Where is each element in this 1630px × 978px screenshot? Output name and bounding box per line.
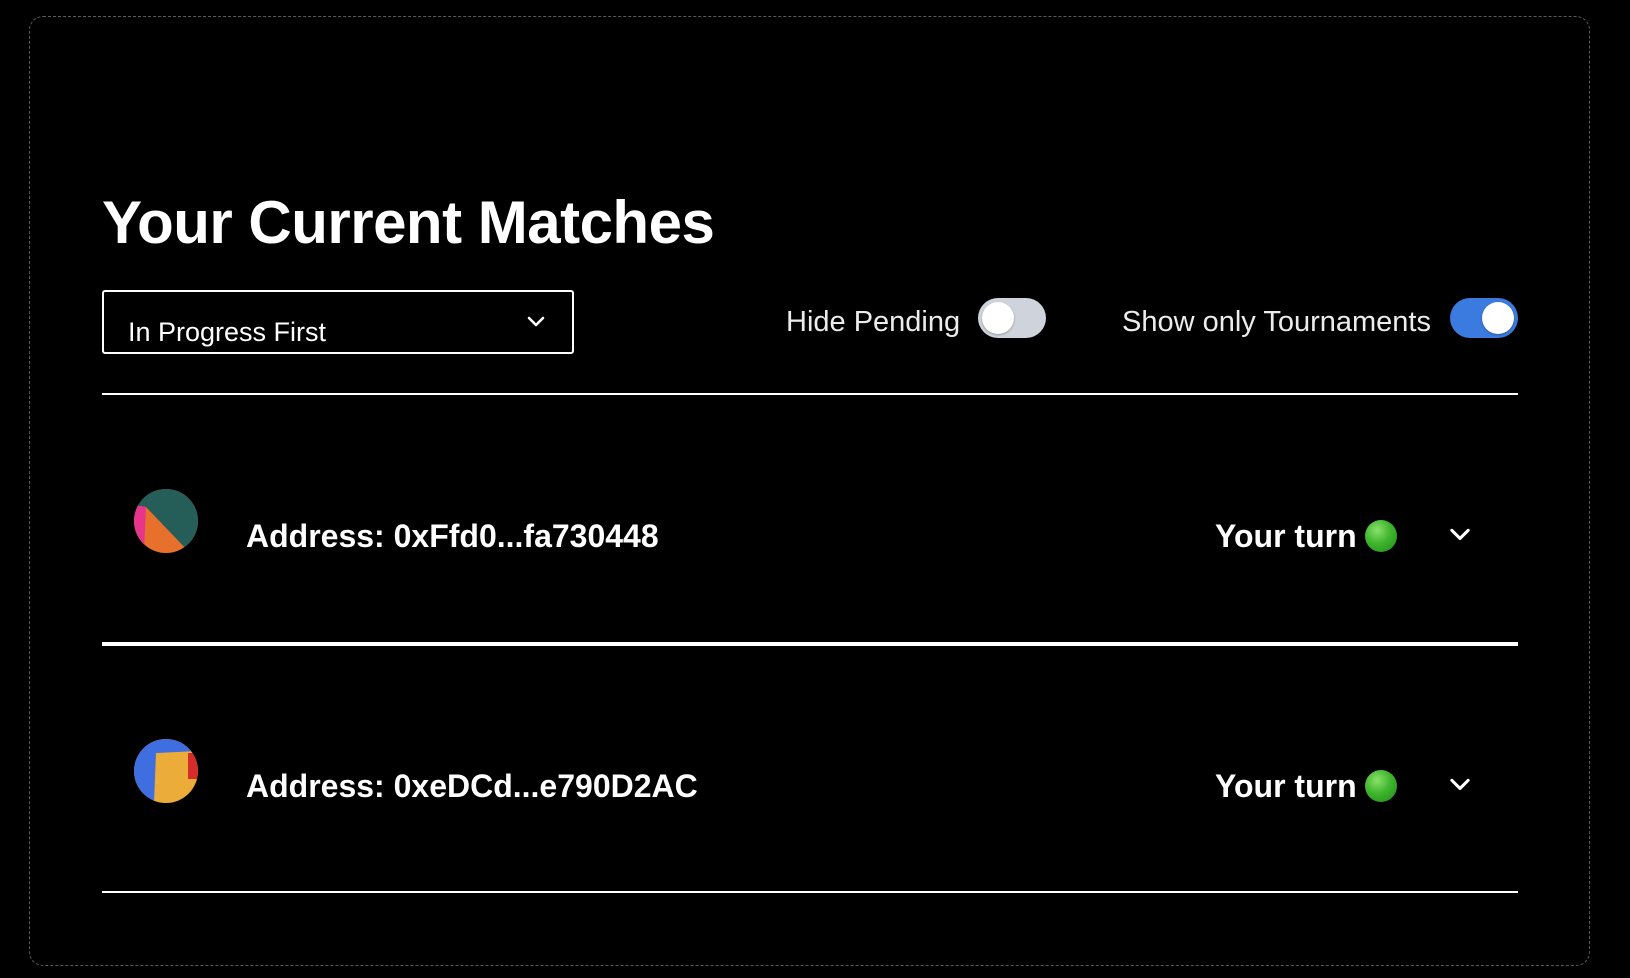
identicon-avatar — [134, 739, 198, 803]
hide-pending-toggle[interactable] — [978, 298, 1046, 338]
toggle-knob — [1482, 302, 1514, 334]
avatar — [134, 489, 198, 553]
identicon-avatar — [134, 489, 198, 553]
sort-select-value: In Progress First — [128, 317, 327, 347]
show-only-tournaments-label: Show only Tournaments — [1122, 306, 1431, 338]
match-address: Address: 0xeDCd...e790D2AC — [246, 768, 698, 804]
match-status: Your turn — [1215, 518, 1357, 554]
match-status: Your turn — [1215, 768, 1357, 804]
green-circle-icon — [1365, 520, 1397, 552]
row-divider — [102, 891, 1518, 893]
avatar — [134, 739, 198, 803]
sort-select[interactable]: In Progress First — [102, 290, 574, 354]
green-circle-icon — [1365, 770, 1397, 802]
match-row[interactable]: Address: 0xFfd0...fa730448 Your turn — [102, 395, 1518, 643]
hide-pending-label: Hide Pending — [786, 306, 961, 338]
show-only-tournaments-toggle[interactable] — [1450, 298, 1518, 338]
chevron-down-icon — [527, 316, 545, 327]
toggle-knob — [982, 302, 1014, 334]
match-row[interactable]: Address: 0xeDCd...e790D2AC Your turn — [102, 646, 1518, 894]
chevron-down-icon[interactable] — [1446, 521, 1474, 549]
page-title: Your Current Matches — [102, 189, 715, 256]
match-address: Address: 0xFfd0...fa730448 — [246, 518, 659, 554]
chevron-down-icon[interactable] — [1446, 771, 1474, 799]
